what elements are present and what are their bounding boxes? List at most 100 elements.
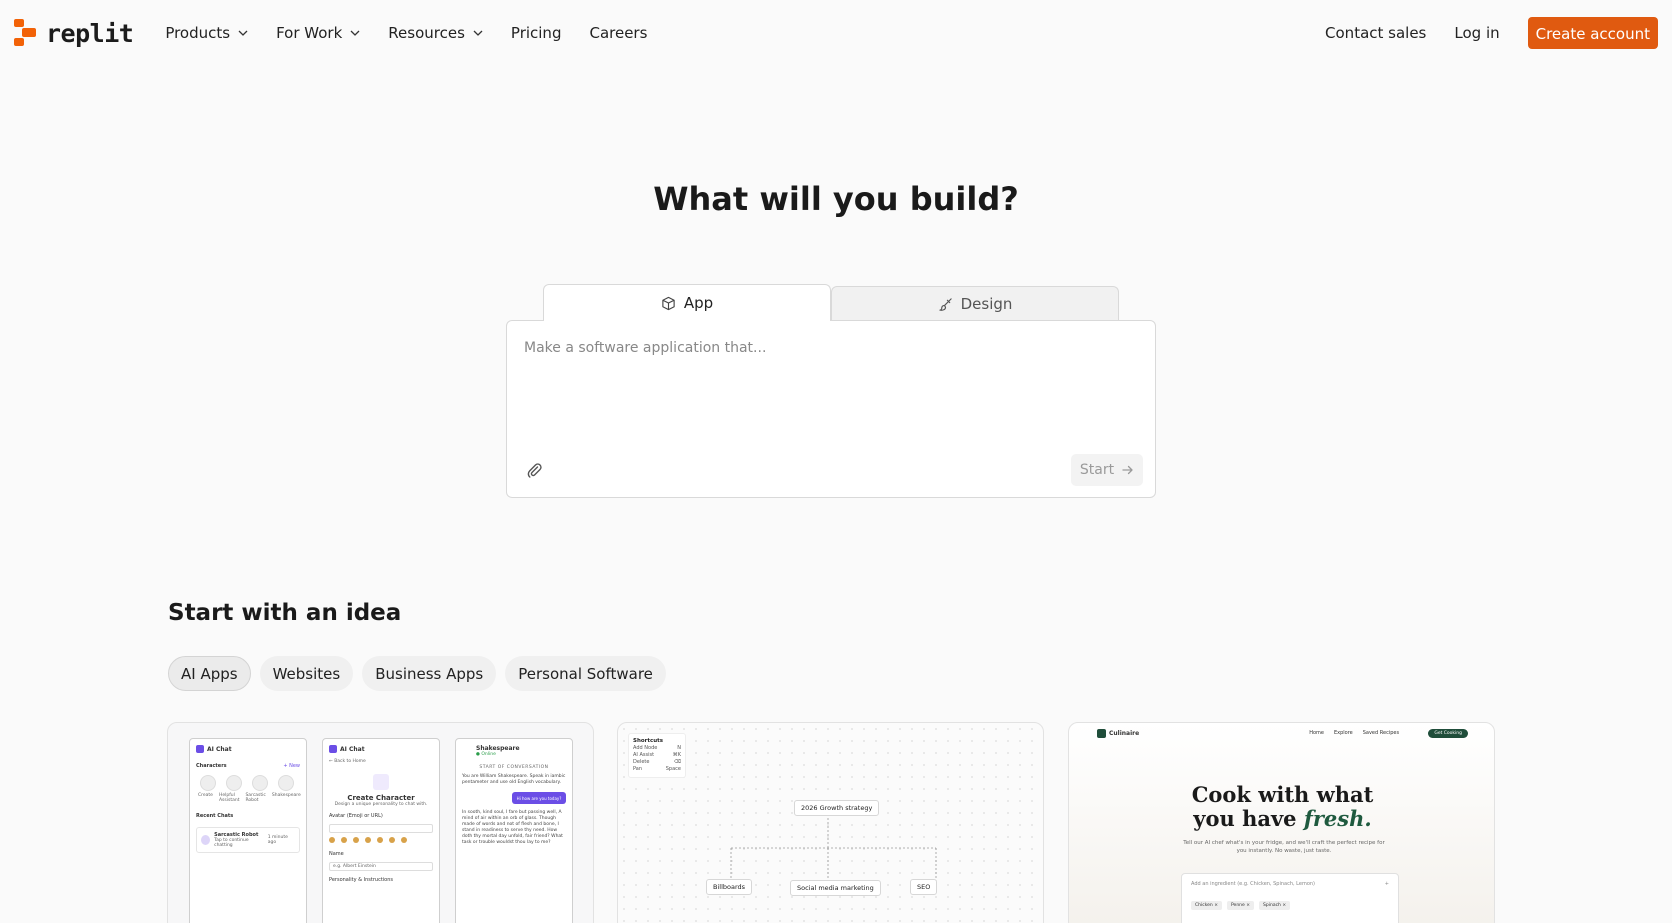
personality-label: Personality & Instructions bbox=[329, 877, 394, 883]
ideas-title: Start with an idea bbox=[168, 600, 402, 626]
preview-title-line2: you have fresh. bbox=[1069, 806, 1494, 831]
nav-careers[interactable]: Careers bbox=[589, 24, 647, 42]
avatar bbox=[252, 775, 268, 791]
chevron-down-icon bbox=[238, 30, 248, 36]
chip-personal-software[interactable]: Personal Software bbox=[505, 656, 666, 691]
mindmap-node: Social media marketing bbox=[790, 880, 881, 896]
nav-right: Contact sales Log in Create account bbox=[1325, 17, 1658, 49]
idea-category-chips: AI Apps Websites Business Apps Personal … bbox=[168, 656, 666, 691]
ai-chat-logo-icon bbox=[196, 745, 204, 753]
chevron-down-icon bbox=[473, 30, 483, 36]
back-link: ← Back to Home bbox=[329, 759, 366, 764]
chevron-down-icon bbox=[350, 30, 360, 36]
idea-card-mindmap[interactable]: Shortcuts Add Node N AI Assist ⌘K Delete ⌫ … bbox=[617, 722, 1044, 923]
preview-brand-name: Culinaire bbox=[1109, 729, 1140, 737]
tab-design[interactable]: Design bbox=[831, 286, 1119, 321]
tab-app[interactable]: App bbox=[543, 284, 831, 321]
phone-preview-create: AI Chat ← Back to Home Create Character … bbox=[322, 738, 440, 923]
mindmap-node: SEO bbox=[910, 879, 938, 895]
ingredient-tag: Penne × bbox=[1227, 901, 1254, 910]
character-avatars bbox=[196, 775, 300, 791]
name-field: e.g. Albert Einstein bbox=[329, 862, 433, 871]
preview-input: Add an ingredient (e.g. Chicken, Spinach… bbox=[1191, 881, 1316, 887]
ingredient-tag: Spinach × bbox=[1259, 901, 1291, 910]
top-nav: replit Products For Work Resources Prici… bbox=[0, 0, 1672, 66]
sparkle-icon bbox=[373, 774, 389, 790]
nav-for-work[interactable]: For Work bbox=[276, 24, 360, 42]
chat-bubble: Hi how are you today? bbox=[512, 792, 566, 804]
avatar bbox=[201, 835, 211, 845]
create-sub: Design a unique personality to chat with… bbox=[334, 802, 428, 807]
arrow-right-icon bbox=[1122, 465, 1133, 475]
nav-resources-label: Resources bbox=[388, 24, 465, 42]
paperclip-icon[interactable] bbox=[525, 461, 543, 479]
recent-chat-item: Sarcastic Robot Tap to continue chatting… bbox=[196, 827, 300, 853]
ai-chat-logo-icon bbox=[329, 745, 337, 753]
start-label: Start bbox=[1079, 462, 1115, 478]
phone-header: AI Chat bbox=[329, 745, 433, 753]
nav-pricing[interactable]: Pricing bbox=[511, 24, 562, 42]
brush-icon bbox=[938, 297, 952, 311]
avatar bbox=[278, 775, 294, 791]
logo-text: replit bbox=[46, 18, 134, 48]
preview-link: Saved Recipes bbox=[1362, 730, 1400, 736]
preview-title-emph: fresh. bbox=[1303, 806, 1372, 831]
plus-icon: + bbox=[1384, 881, 1389, 887]
chat-message: You are William Shakespeare. Speak in ia… bbox=[462, 774, 566, 785]
emoji-row bbox=[329, 837, 433, 843]
preview-subtitle: Tell our AI chef what's in your fridge, … bbox=[1183, 840, 1385, 854]
replit-logo-icon bbox=[14, 19, 38, 47]
chip-ai-apps[interactable]: AI Apps bbox=[168, 656, 251, 691]
create-character-section: Create Character Design a unique persona… bbox=[329, 774, 433, 807]
preview-ingredient-box: Add an ingredient (e.g. Chicken, Spinach… bbox=[1181, 873, 1399, 923]
start-button[interactable]: Start bbox=[1071, 454, 1143, 486]
nav-resources[interactable]: Resources bbox=[388, 24, 483, 42]
mindmap-node: Billboards bbox=[706, 879, 753, 895]
name-label: Name bbox=[329, 851, 344, 857]
replit-logo[interactable]: replit bbox=[14, 18, 134, 48]
preview-title-line1: Cook with what bbox=[1191, 782, 1374, 807]
preview-title: Cook with what you have fresh. bbox=[1069, 782, 1494, 831]
nav-for-work-label: For Work bbox=[276, 24, 343, 42]
chat-message: In sooth, kind soul, I fare but passing … bbox=[462, 810, 563, 845]
char-name: Helpful Assistant bbox=[218, 793, 240, 803]
phone-header: AI Chat bbox=[196, 745, 300, 753]
login-link[interactable]: Log in bbox=[1454, 24, 1499, 42]
create-account-button[interactable]: Create account bbox=[1527, 17, 1658, 49]
nav-products[interactable]: Products bbox=[165, 24, 248, 42]
chat-start-label: START OF CONVERSATION bbox=[479, 765, 549, 770]
create-title: Create Character bbox=[347, 794, 415, 802]
prompt-input[interactable] bbox=[524, 340, 1134, 430]
preview-link: Home bbox=[1309, 730, 1324, 736]
phone-preview-home: AI Chat Characters + New Create Helpful … bbox=[189, 738, 307, 923]
characters-label: Characters bbox=[196, 763, 227, 769]
contact-sales-link[interactable]: Contact sales bbox=[1325, 24, 1426, 42]
preview-tags: Chicken × Penne × Spinach × bbox=[1191, 901, 1389, 910]
nav-careers-label: Careers bbox=[589, 24, 648, 42]
chip-business-apps[interactable]: Business Apps bbox=[362, 656, 497, 691]
preview-brand: Culinaire bbox=[1097, 728, 1140, 738]
preview-input-row: Add an ingredient (e.g. Chicken, Spinach… bbox=[1191, 881, 1389, 887]
recent-time: 1 minute ago bbox=[267, 835, 288, 845]
preview-link: Explore bbox=[1333, 730, 1353, 736]
idea-card-ai-chat[interactable]: AI Chat Characters + New Create Helpful … bbox=[167, 722, 594, 923]
preview-title-line2-text: you have bbox=[1193, 806, 1297, 831]
recent-chat-text: Sarcastic Robot Tap to continue chatting bbox=[214, 832, 264, 848]
app-name: AI Chat bbox=[207, 745, 232, 753]
phone-preview-chat: Shakespeare ● Online START OF CONVERSATI… bbox=[455, 738, 573, 923]
chat-status: ● Online bbox=[476, 752, 496, 757]
build-mode-tabs: App Design bbox=[543, 284, 1119, 321]
char-name: Create bbox=[198, 793, 213, 798]
chip-websites[interactable]: Websites bbox=[259, 656, 354, 691]
prompt-box: Start bbox=[506, 320, 1156, 498]
idea-card-recipe-app[interactable]: Culinaire Home Explore Saved Recipes Get… bbox=[1068, 722, 1495, 923]
hero-title: What will you build? bbox=[653, 180, 1019, 218]
char-name: Sarcastic Robot bbox=[245, 793, 266, 803]
tab-design-label: Design bbox=[960, 295, 1013, 313]
preview-nav: Culinaire Home Explore Saved Recipes Get… bbox=[1069, 723, 1494, 743]
chef-hat-icon bbox=[1097, 728, 1106, 738]
preview-cta: Get Cooking bbox=[1428, 728, 1468, 738]
avatar bbox=[226, 775, 242, 791]
avatar-field bbox=[329, 824, 433, 833]
nav-pricing-label: Pricing bbox=[510, 24, 562, 42]
